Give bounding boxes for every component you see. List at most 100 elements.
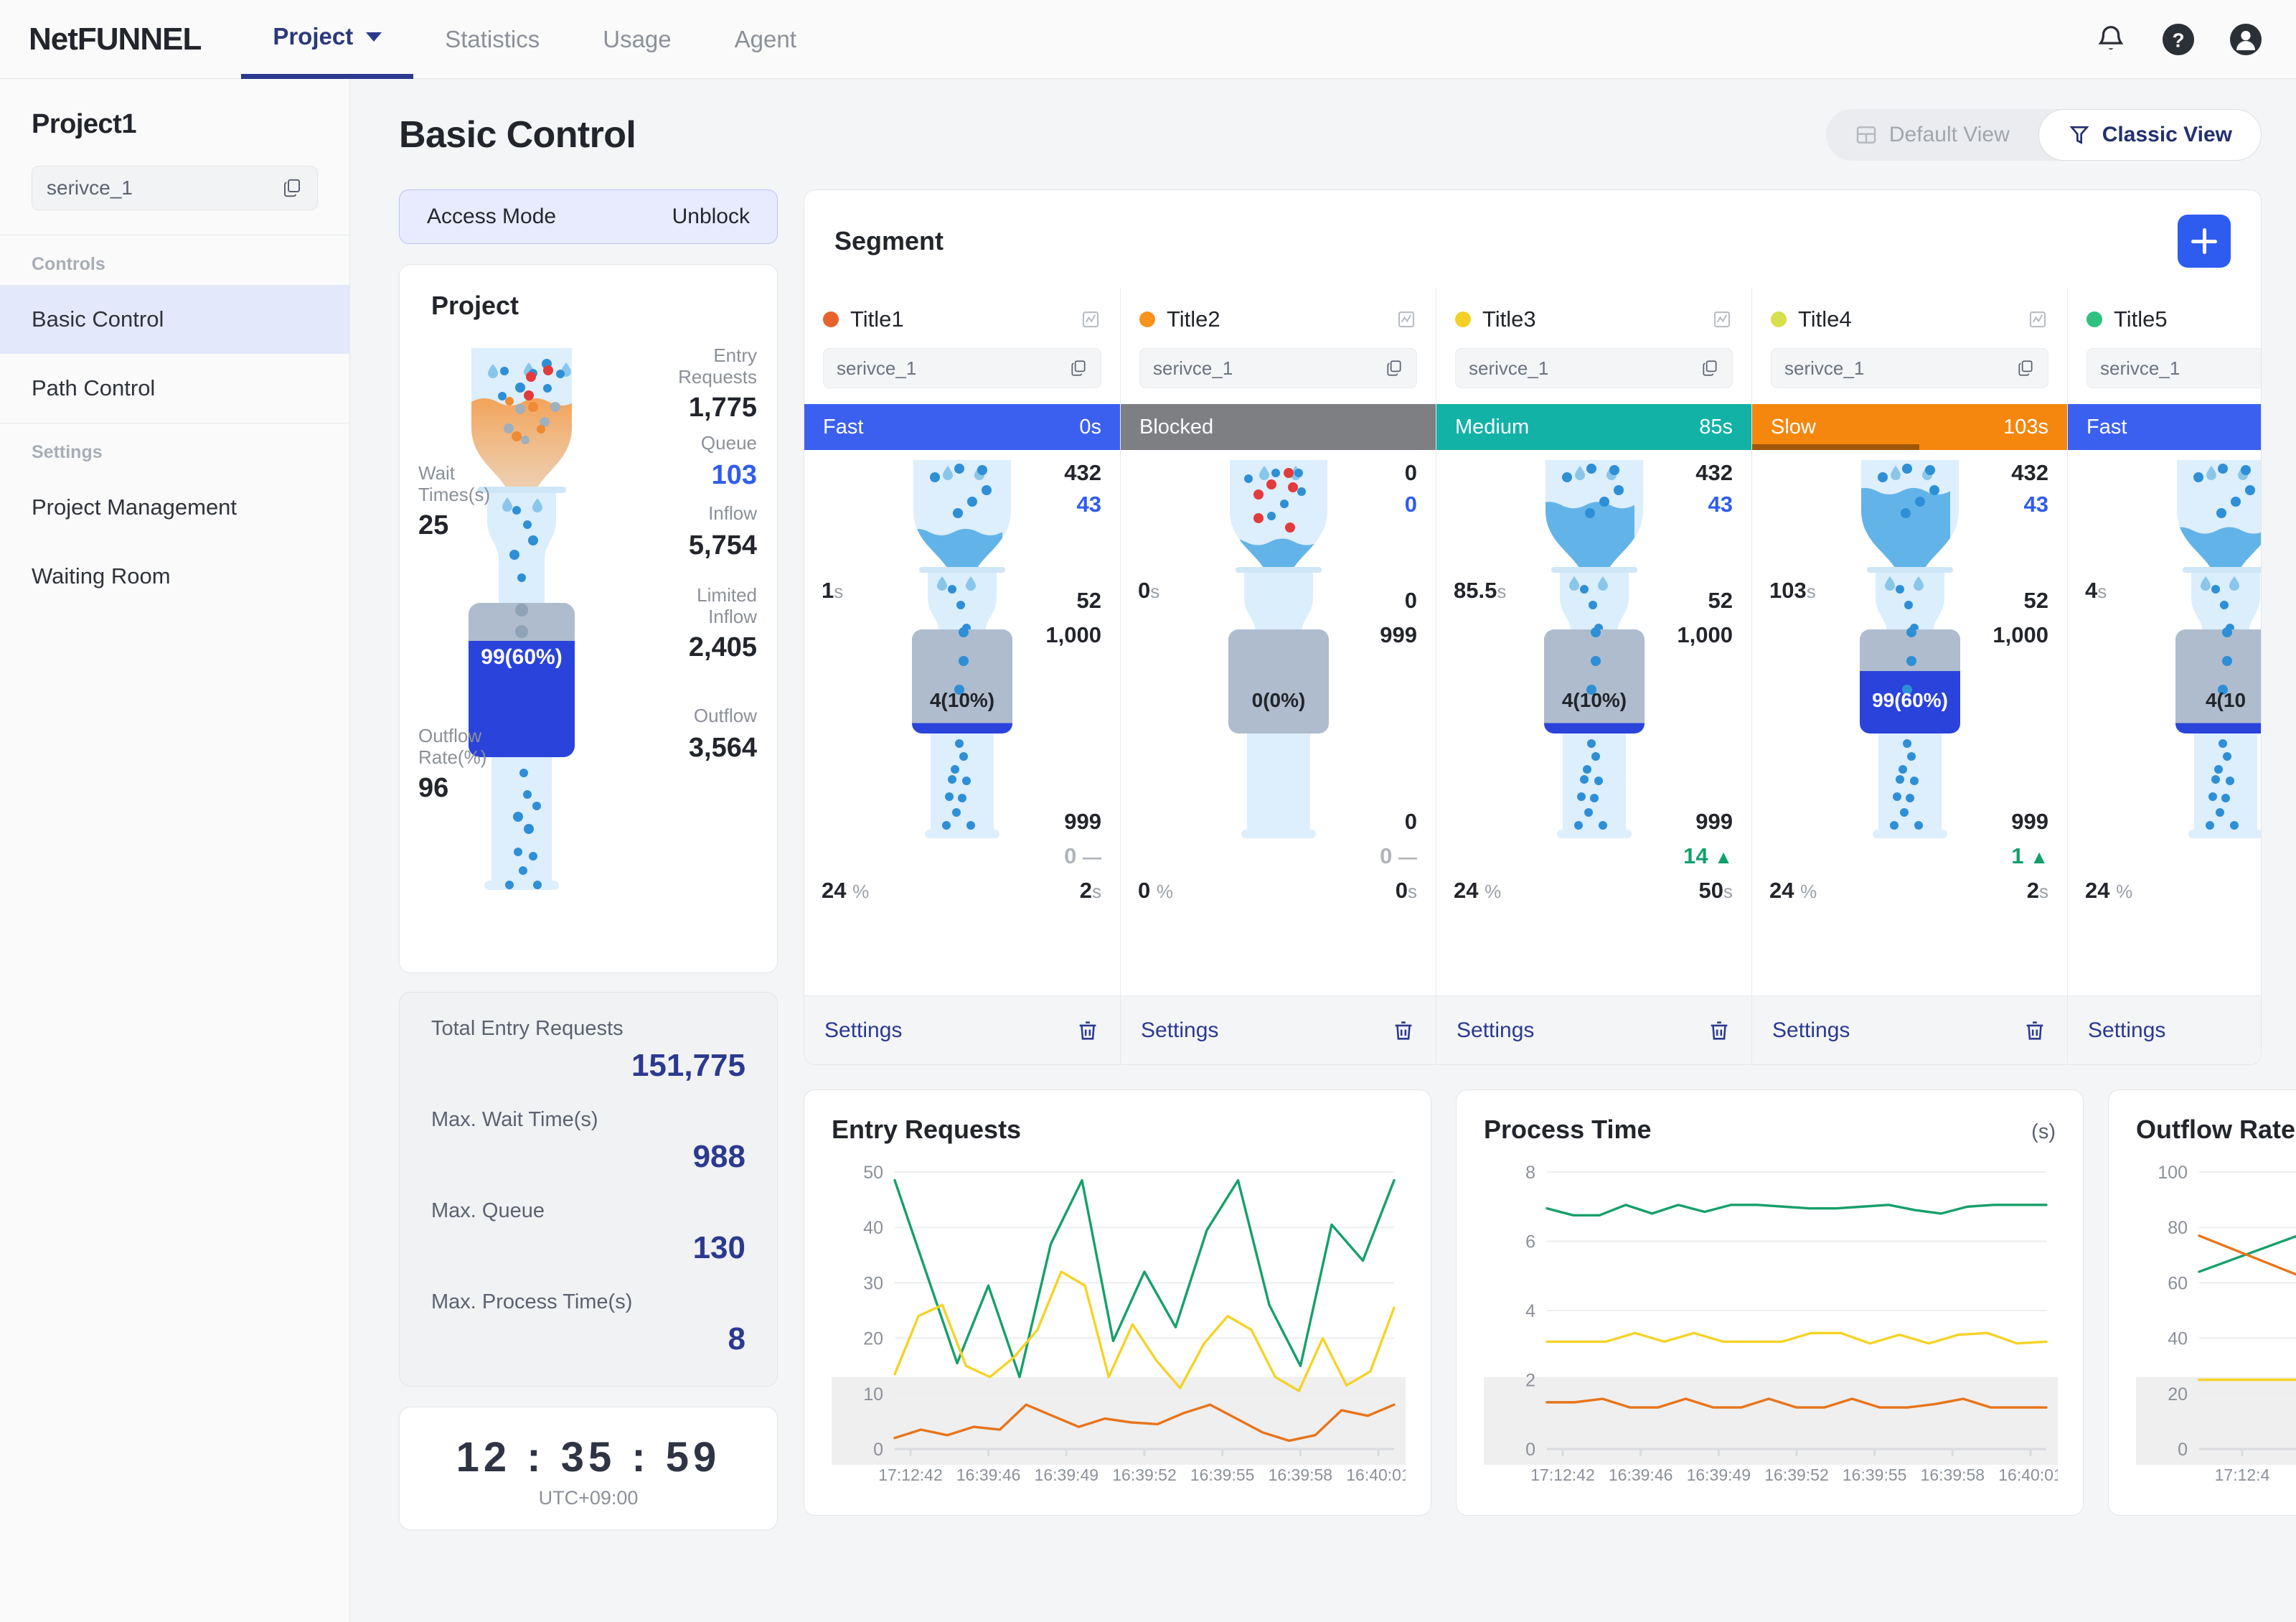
svg-text:100: 100 [2158, 1163, 2188, 1183]
segment-inflow-value: 52 [1076, 588, 1101, 613]
svg-text:40: 40 [863, 1218, 883, 1238]
stat-total-entry-requests: Total Entry Requests 151,775 [431, 1017, 745, 1084]
clock-timezone: UTC+09:00 [538, 1487, 639, 1509]
chart-header: Outflow Rate [2136, 1115, 2296, 1145]
chart-icon[interactable] [1080, 309, 1101, 330]
segment-settings-link[interactable]: Settings [2088, 1018, 2165, 1043]
project-funnel-card: Project 99(60%) Entry Requests 1,775 Que… [399, 264, 778, 973]
top-right-icons: ? [2092, 21, 2264, 58]
grid-layout-icon [1856, 126, 1876, 144]
segment-queue-value: 43 [1076, 492, 1101, 517]
segment-settings-link[interactable]: Settings [824, 1018, 902, 1043]
copy-icon[interactable] [1385, 359, 1403, 378]
segment-settings-link[interactable]: Settings [1457, 1018, 1534, 1043]
chart-title: Entry Requests [832, 1115, 1022, 1144]
segment-service-select[interactable]: serivce_1 [1771, 348, 2048, 388]
sidebar-item-basic-control[interactable]: Basic Control [0, 285, 349, 354]
stat-value: 151,775 [631, 1048, 745, 1083]
segment-status-label: Blocked [1139, 415, 1214, 439]
chart-icon[interactable] [2027, 309, 2048, 330]
classic-view-button[interactable]: Classic View [2038, 109, 2262, 161]
segment-inflow-value: 52 [2023, 588, 2048, 613]
segment-settings-link[interactable]: Settings [1141, 1018, 1218, 1043]
process-time-chart: 0 2 4 6 8 17:12:42 16:39:46 16:39:49 16:39:52 16:… [1484, 1163, 2058, 1484]
nav-item-statistics[interactable]: Statistics [413, 0, 571, 79]
segment-card-top: Title2 serivce_1 [1121, 288, 1436, 404]
svg-text:4: 4 [1525, 1301, 1535, 1321]
segment-card-body: 4(10 432 43 4s 52 1,000 999 24 % [2068, 450, 2261, 995]
segment-card: Title3 serivce_1 Medium 85s 4(10%) 432 4… [1436, 288, 1751, 1064]
segment-card-title-group: Title2 [1139, 306, 1220, 332]
left-column: Access Mode Unblock Project 99(60%) Entr… [399, 189, 778, 1530]
sidebar-service-select[interactable]: serivce_1 [32, 166, 318, 210]
svg-text:20: 20 [2168, 1384, 2188, 1405]
delete-icon[interactable] [1076, 1018, 1100, 1043]
page-title: Basic Control [399, 114, 636, 156]
svg-text:?: ? [2172, 29, 2184, 51]
segment-status-bar: Blocked [1121, 404, 1436, 450]
status-dot-icon [1455, 311, 1471, 327]
access-mode-toggle[interactable]: Access Mode Unblock [399, 189, 778, 244]
segment-card: Title2 serivce_1 Blocked 0(0%) 0 0 0s 0 … [1120, 288, 1436, 1064]
delete-icon[interactable] [1391, 1018, 1416, 1043]
copy-icon[interactable] [2016, 359, 2035, 378]
segment-service-select[interactable]: serivce_1 [2086, 348, 2261, 388]
bell-icon[interactable] [2092, 21, 2130, 58]
copy-icon[interactable] [1069, 359, 1088, 378]
stat-max-wait-time: Max. Wait Time(s) 988 [431, 1108, 745, 1175]
segment-wait-time-value: 85.5s [1454, 578, 1507, 603]
segment-outflow-value: 999 [2011, 809, 2048, 834]
nav-item-project[interactable]: Project [241, 0, 414, 79]
segment-card-title-row: Title5 [2086, 306, 2261, 332]
entry-requests-value: 1,775 [688, 393, 757, 423]
stat-max-queue: Max. Queue 130 [431, 1199, 745, 1266]
copy-icon[interactable] [1700, 359, 1719, 378]
segment-service-select[interactable]: serivce_1 [1455, 348, 1733, 388]
chart-icon[interactable] [1711, 309, 1733, 330]
chevron-down-icon [366, 32, 382, 42]
chart-title: Outflow Rate [2136, 1115, 2295, 1144]
help-icon[interactable]: ? [2160, 21, 2197, 58]
svg-text:30: 30 [863, 1273, 883, 1293]
delete-icon[interactable] [2023, 1018, 2047, 1043]
segment-card-title-group: Title4 [1771, 306, 1852, 332]
segment-delta-value: 0 — [1380, 843, 1417, 868]
segment-wait-time-value: 1s [822, 578, 844, 603]
segment-service-select[interactable]: serivce_1 [823, 348, 1101, 388]
delete-icon[interactable] [1707, 1018, 1731, 1043]
copy-icon[interactable] [281, 177, 303, 199]
stat-label: Max. Queue [431, 1199, 545, 1222]
sidebar-item-project-management[interactable]: Project Management [0, 473, 349, 542]
segment-process-time-value: 2s [2026, 878, 2048, 903]
outflow-rate-chart: 0 20 40 60 80 100 17:12:4 [2136, 1163, 2296, 1484]
segment-service-select[interactable]: serivce_1 [1139, 348, 1417, 388]
account-icon[interactable] [2227, 21, 2264, 58]
add-segment-button[interactable] [2178, 215, 2231, 268]
nav-item-project-label: Project [273, 23, 354, 50]
segment-process-time-value: 2s [1079, 878, 1101, 903]
segment-process-time-value: 50s [1698, 878, 1733, 903]
sidebar-item-path-control[interactable]: Path Control [0, 354, 349, 423]
segment-status-label: Fast [2086, 415, 2127, 439]
segment-outflow-rate-value: 0 % [1138, 878, 1173, 903]
segment-card-body: 4(10%) 432 43 85.5s 52 1,000 999 14 ▲ 24… [1436, 450, 1751, 995]
svg-text:16:39:46: 16:39:46 [956, 1466, 1021, 1484]
chart-icon[interactable] [1396, 309, 1417, 330]
view-toggle: Default View Classic View [1825, 109, 2262, 161]
nav-item-usage[interactable]: Usage [571, 0, 702, 79]
segment-status-time: 85s [1699, 415, 1733, 439]
segment-queue-value: 0 [1404, 492, 1417, 517]
summary-stats-panel: Total Entry Requests 151,775 Max. Wait T… [399, 992, 778, 1387]
sidebar-item-waiting-room[interactable]: Waiting Room [0, 542, 349, 611]
main-content: Basic Control Default View Classic View … [350, 79, 2296, 1622]
segment-settings-link[interactable]: Settings [1772, 1018, 1850, 1043]
segment-card-title: Title2 [1167, 306, 1220, 332]
limited-inflow-label: Limited Inflow [697, 584, 757, 627]
segment-inflow-value: 52 [1708, 588, 1733, 613]
default-view-button[interactable]: Default View [1826, 109, 2038, 161]
segment-gauge-value: 0(0%) [1252, 689, 1306, 711]
nav-item-agent[interactable]: Agent [703, 0, 828, 79]
segment-card-list: Title1 serivce_1 Fast 0s 4(10%) 432 43 1… [804, 288, 2261, 1064]
segment-service-value: serivce_1 [1153, 357, 1233, 379]
svg-text:16:39:46: 16:39:46 [1609, 1466, 1673, 1484]
